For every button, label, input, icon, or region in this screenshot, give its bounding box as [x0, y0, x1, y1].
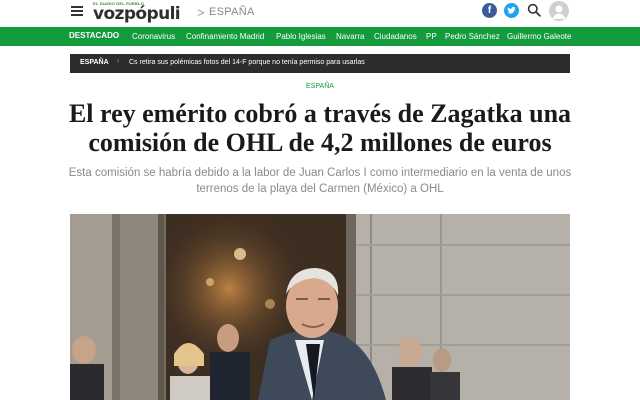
logo-text: vozpópuli [93, 4, 181, 24]
nav-item-pedro-sanchez[interactable]: Pedro Sánchez [445, 32, 500, 41]
breaking-headline[interactable]: Cs retira sus polémicas fotos del 14-F p… [129, 59, 365, 66]
article-title: El rey emérito cobró a través de Zagatka… [68, 99, 572, 157]
facebook-icon[interactable]: f [482, 3, 497, 18]
chevron-right-icon: › [117, 58, 120, 65]
nav-item-pablo-iglesias[interactable]: Pablo Iglesias [276, 32, 326, 41]
nav-item-confinamiento-madrid[interactable]: Confinamiento Madrid [186, 32, 264, 41]
featured-label: DESTACADO [69, 31, 120, 40]
nav-item-ciudadanos[interactable]: Ciudadanos [374, 32, 417, 41]
search-icon[interactable] [527, 3, 541, 17]
breadcrumb-section[interactable]: ESPAÑA [209, 6, 255, 18]
nav-item-guillermo-galeote[interactable]: Guillermo Galeote [507, 32, 571, 41]
nav-item-navarra[interactable]: Navarra [336, 32, 364, 41]
breaking-news-strip[interactable]: ESPAÑA › Cs retira sus polémicas fotos d… [70, 54, 570, 73]
site-header: EL DIARIO DEL PUEBLO vozpópuli > ESPAÑA … [0, 0, 640, 27]
article-lead-photo [70, 214, 570, 400]
menu-icon[interactable] [71, 6, 83, 16]
nav-item-coronavirus[interactable]: Coronavirus [132, 32, 175, 41]
breaking-tag: ESPAÑA [80, 59, 109, 66]
nav-item-pp[interactable]: PP [426, 32, 437, 41]
breadcrumb-separator: > [197, 5, 205, 20]
article-subtitle: Esta comisión se habría debido a la labo… [68, 167, 572, 195]
twitter-icon[interactable] [504, 3, 519, 18]
user-avatar-icon[interactable] [549, 1, 569, 21]
trending-nav-bar: DESTACADO Coronavirus Confinamiento Madr… [0, 27, 640, 46]
article-kicker[interactable]: ESPAÑA [0, 83, 640, 90]
